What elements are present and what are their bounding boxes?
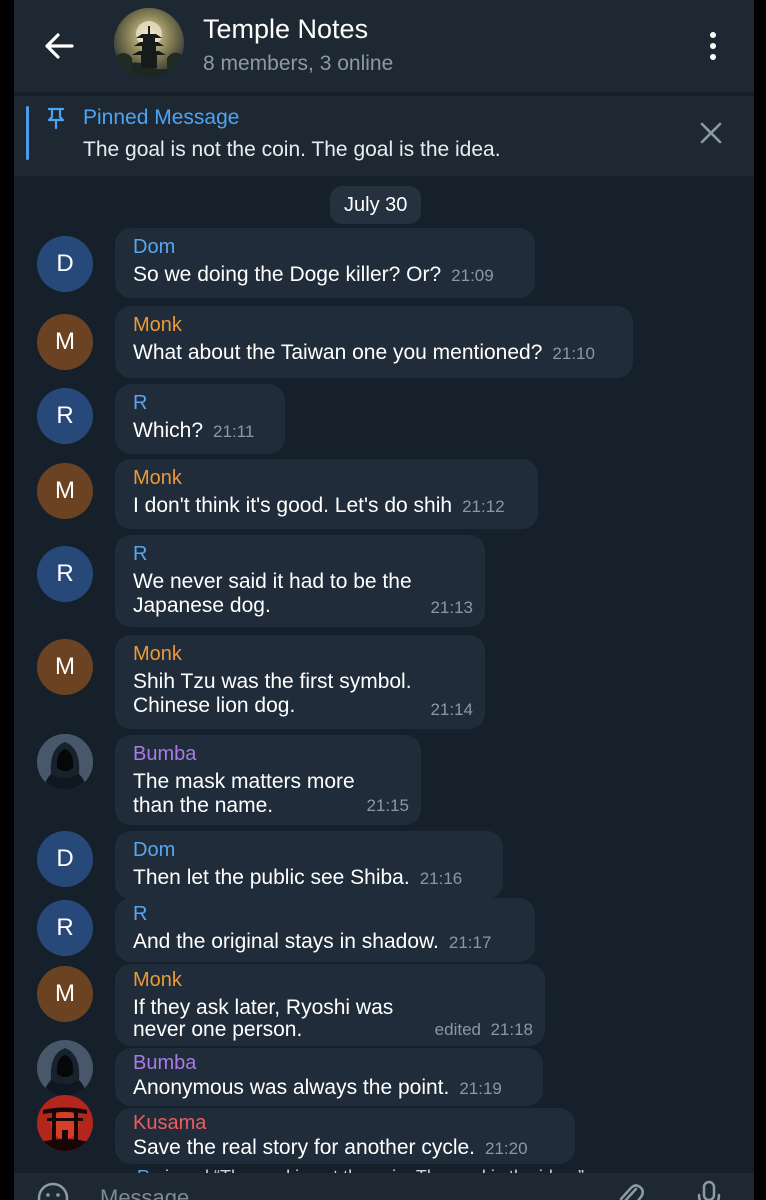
edited-label: edited [434,1020,481,1039]
message-text-line: Japanese dog. [133,594,271,617]
avatar[interactable]: R [37,546,93,602]
message-time: 21:13 [430,598,473,617]
microphone-icon[interactable] [694,1179,724,1200]
message-sender[interactable]: Bumba [133,743,407,766]
avatar[interactable]: M [37,314,93,370]
avatar[interactable] [37,734,93,790]
message-bubble[interactable]: Bumba The mask matters more than the nam… [115,735,421,825]
message-text-line: Shih Tzu was the first symbol. [133,670,412,693]
message-sender[interactable]: R [133,903,521,926]
message-time: 21:18 [490,1020,533,1039]
avatar[interactable]: M [37,463,93,519]
message-time-edited: edited 21:18 [435,1020,533,1040]
avatar[interactable]: D [37,236,93,292]
avatar[interactable] [37,1095,93,1151]
avatar[interactable] [37,1040,93,1096]
message-sender[interactable]: Bumba [133,1052,529,1075]
message-bubble[interactable]: Monk What about the Taiwan one you menti… [115,306,633,378]
temple-image-icon [114,8,184,78]
message-bubble[interactable]: R And the original stays in shadow. 21:17 [115,898,535,962]
message-text: I don't think it's good. Let's do shih [133,494,453,517]
message-time: 21:10 [552,344,595,363]
message-text-line: Chinese lion dog. [133,694,296,717]
hooded-figure-icon [37,734,93,790]
paperclip-icon[interactable] [614,1179,644,1200]
message-sender[interactable]: Monk [133,969,531,992]
pinned-message-title: Pinned Message [83,106,240,129]
chat-screen: Temple Notes 8 members, 3 online Pinned … [14,0,754,1200]
composer-bar [14,1173,754,1200]
message-sender[interactable]: Monk [133,467,524,490]
arrow-left-icon[interactable] [42,29,76,63]
message-time: 21:12 [462,497,505,516]
message-bubble[interactable]: Monk I don't think it's good. Let's do s… [115,459,538,529]
avatar[interactable]: R [37,900,93,956]
pinned-message-bar[interactable]: Pinned Message The goal is not the coin.… [14,96,754,176]
avatar[interactable]: R [37,388,93,444]
emoji-icon[interactable] [36,1181,70,1200]
message-bubble[interactable]: R We never said it had to be the Japanes… [115,535,485,627]
pinned-message-text: The goal is not the coin. The goal is th… [83,138,501,161]
message-time: 21:09 [451,266,494,285]
torii-gate-icon [37,1095,93,1151]
chat-header: Temple Notes 8 members, 3 online [14,0,754,92]
close-icon[interactable] [698,120,724,146]
message-time: 21:17 [448,933,492,952]
message-sender[interactable]: R [133,392,271,415]
message-input[interactable] [100,1183,580,1200]
message-bubble[interactable]: Bumba Anonymous was always the point. 21:… [115,1048,543,1106]
avatar[interactable]: D [37,831,93,887]
more-vertical-icon[interactable] [698,30,728,62]
message-text-line: If they ask later, Ryoshi was [133,996,394,1019]
avatar[interactable]: M [37,966,93,1022]
message-text-line: The mask matters more [133,770,355,793]
message-time: 21:19 [459,1079,502,1098]
message-sender[interactable]: Monk [133,643,471,666]
message-time: 21:14 [430,700,473,719]
message-text: Save the real story for another cycle. [133,1136,475,1159]
message-sender[interactable]: Monk [133,314,619,337]
message-sender[interactable]: Kusama [133,1112,561,1135]
message-bubble[interactable]: Monk Shih Tzu was the first symbol. Chin… [115,635,485,729]
message-time: 21:20 [485,1139,528,1158]
message-bubble[interactable]: Monk If they ask later, Ryoshi was never… [115,964,545,1046]
message-bubble[interactable]: Kusama Save the real story for another c… [115,1108,575,1164]
avatar[interactable]: M [37,639,93,695]
message-text: Anonymous was always the point. [133,1076,450,1099]
hooded-figure-icon [37,1040,93,1096]
message-time: 21:15 [366,796,409,815]
group-title[interactable]: Temple Notes [203,14,368,45]
message-text: Which? [133,419,204,442]
message-text-line: We never said it had to be the [133,570,412,593]
message-text: And the original stays in shadow. [133,930,439,953]
message-time: 21:16 [419,869,463,888]
message-sender[interactable]: Dom [133,236,521,259]
message-sender[interactable]: R [133,543,471,566]
message-bubble[interactable]: R Which? 21:11 [115,384,285,454]
message-time: 21:11 [213,422,255,441]
message-sender[interactable]: Dom [133,839,489,862]
message-bubble[interactable]: Dom So we doing the Doge killer? Or? 21:0… [115,228,535,298]
pin-icon [47,107,65,129]
group-avatar[interactable] [114,8,184,78]
message-text: What about the Taiwan one you mentioned? [133,341,543,364]
date-separator: July 30 [330,186,422,224]
message-text: So we doing the Doge killer? Or? [133,263,442,286]
group-member-count: 8 members, 3 online [203,52,394,75]
message-list[interactable]: July 30 D Dom So we doing the Doge kille… [14,176,754,1200]
message-bubble[interactable]: Dom Then let the public see Shiba. 21:16 [115,831,503,899]
pinned-indicator [26,106,29,160]
message-text: Then let the public see Shiba. [133,866,410,889]
